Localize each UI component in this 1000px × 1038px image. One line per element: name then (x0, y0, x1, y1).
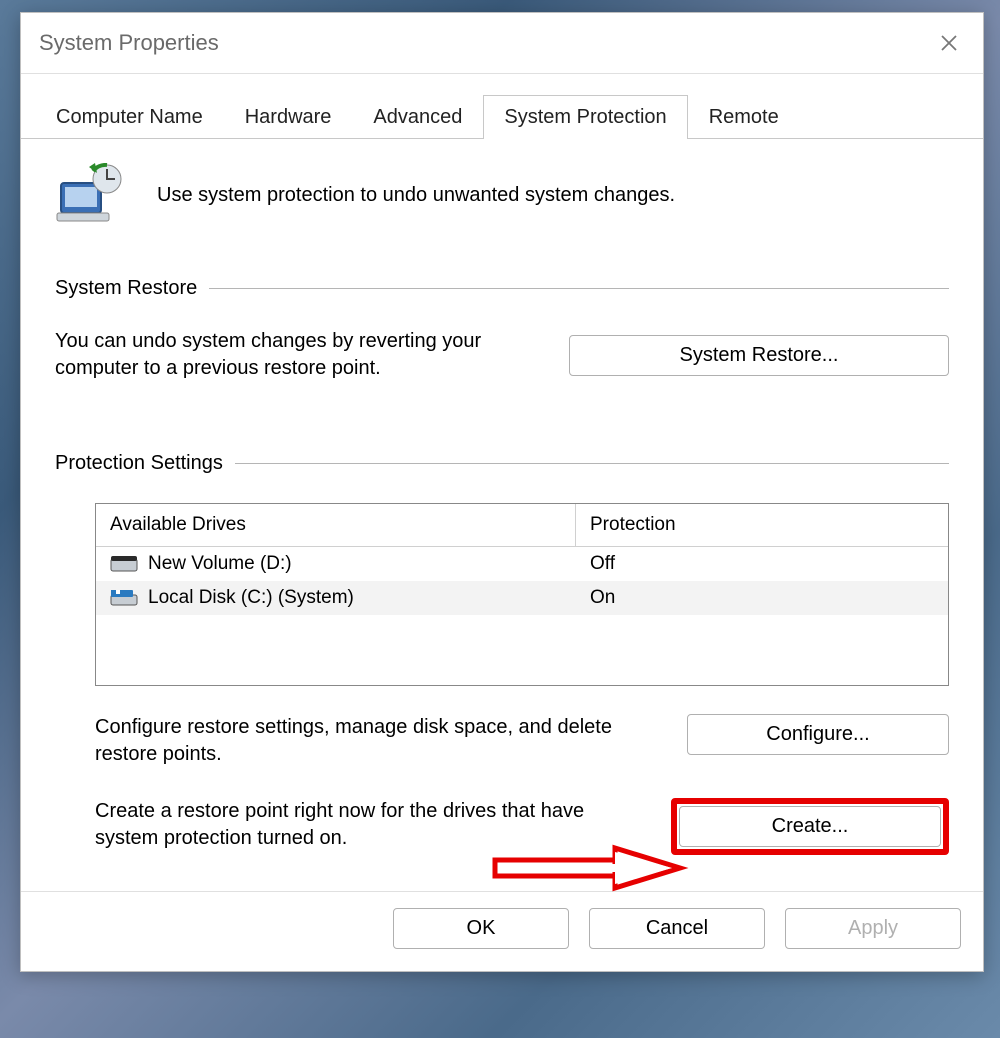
window-title: System Properties (39, 30, 219, 56)
drive-protection: On (576, 581, 948, 615)
tab-advanced[interactable]: Advanced (352, 95, 483, 139)
system-restore-description: You can undo system changes by reverting… (55, 328, 495, 382)
system-restore-button[interactable]: System Restore... (569, 335, 949, 376)
group-heading-protection-settings: Protection Settings (55, 452, 949, 475)
drive-protection: Off (576, 547, 948, 581)
configure-row: Configure restore settings, manage disk … (95, 714, 949, 768)
dialog-buttons: OK Cancel Apply (21, 891, 983, 971)
ok-button[interactable]: OK (393, 908, 569, 949)
drive-name: Local Disk (C:) (System) (148, 587, 354, 609)
table-row[interactable]: New Volume (D:) Off (96, 547, 948, 581)
col-available-drives[interactable]: Available Drives (96, 504, 576, 547)
drive-icon (110, 589, 138, 607)
tab-remote[interactable]: Remote (688, 95, 800, 139)
table-row[interactable]: Local Disk (C:) (System) On (96, 581, 948, 615)
tab-hardware[interactable]: Hardware (224, 95, 353, 139)
tabstrip: Computer Name Hardware Advanced System P… (21, 74, 983, 139)
cancel-button[interactable]: Cancel (589, 908, 765, 949)
system-restore-icon (55, 163, 127, 227)
tab-pane-system-protection: Use system protection to undo unwanted s… (21, 139, 983, 891)
create-button[interactable]: Create... (679, 806, 941, 847)
drive-name: New Volume (D:) (148, 553, 292, 575)
table-header: Available Drives Protection (96, 504, 948, 547)
rule (209, 288, 949, 289)
group-heading-system-restore: System Restore (55, 277, 949, 300)
configure-description: Configure restore settings, manage disk … (95, 714, 615, 768)
drive-icon (110, 555, 138, 573)
apply-button: Apply (785, 908, 961, 949)
system-restore-heading: System Restore (55, 277, 197, 300)
tab-system-protection[interactable]: System Protection (483, 95, 687, 139)
table-empty-space (96, 615, 948, 685)
highlight-box: Create... (671, 798, 949, 855)
intro-text: Use system protection to undo unwanted s… (157, 184, 675, 207)
protection-settings-heading: Protection Settings (55, 452, 223, 475)
intro-row: Use system protection to undo unwanted s… (55, 163, 949, 227)
tab-computer-name[interactable]: Computer Name (35, 95, 224, 139)
create-row: Create a restore point right now for the… (95, 798, 949, 855)
col-protection[interactable]: Protection (576, 504, 948, 547)
close-icon (940, 34, 958, 52)
titlebar: System Properties (21, 13, 983, 74)
close-button[interactable] (929, 23, 969, 63)
arrow-right-icon (490, 844, 690, 892)
drives-table: Available Drives Protection New Volume (… (95, 503, 949, 686)
system-restore-row: You can undo system changes by reverting… (55, 328, 949, 382)
arrow-annotation (490, 844, 690, 897)
configure-button[interactable]: Configure... (687, 714, 949, 755)
system-properties-window: System Properties Computer Name Hardware… (20, 12, 984, 972)
rule (235, 463, 949, 464)
